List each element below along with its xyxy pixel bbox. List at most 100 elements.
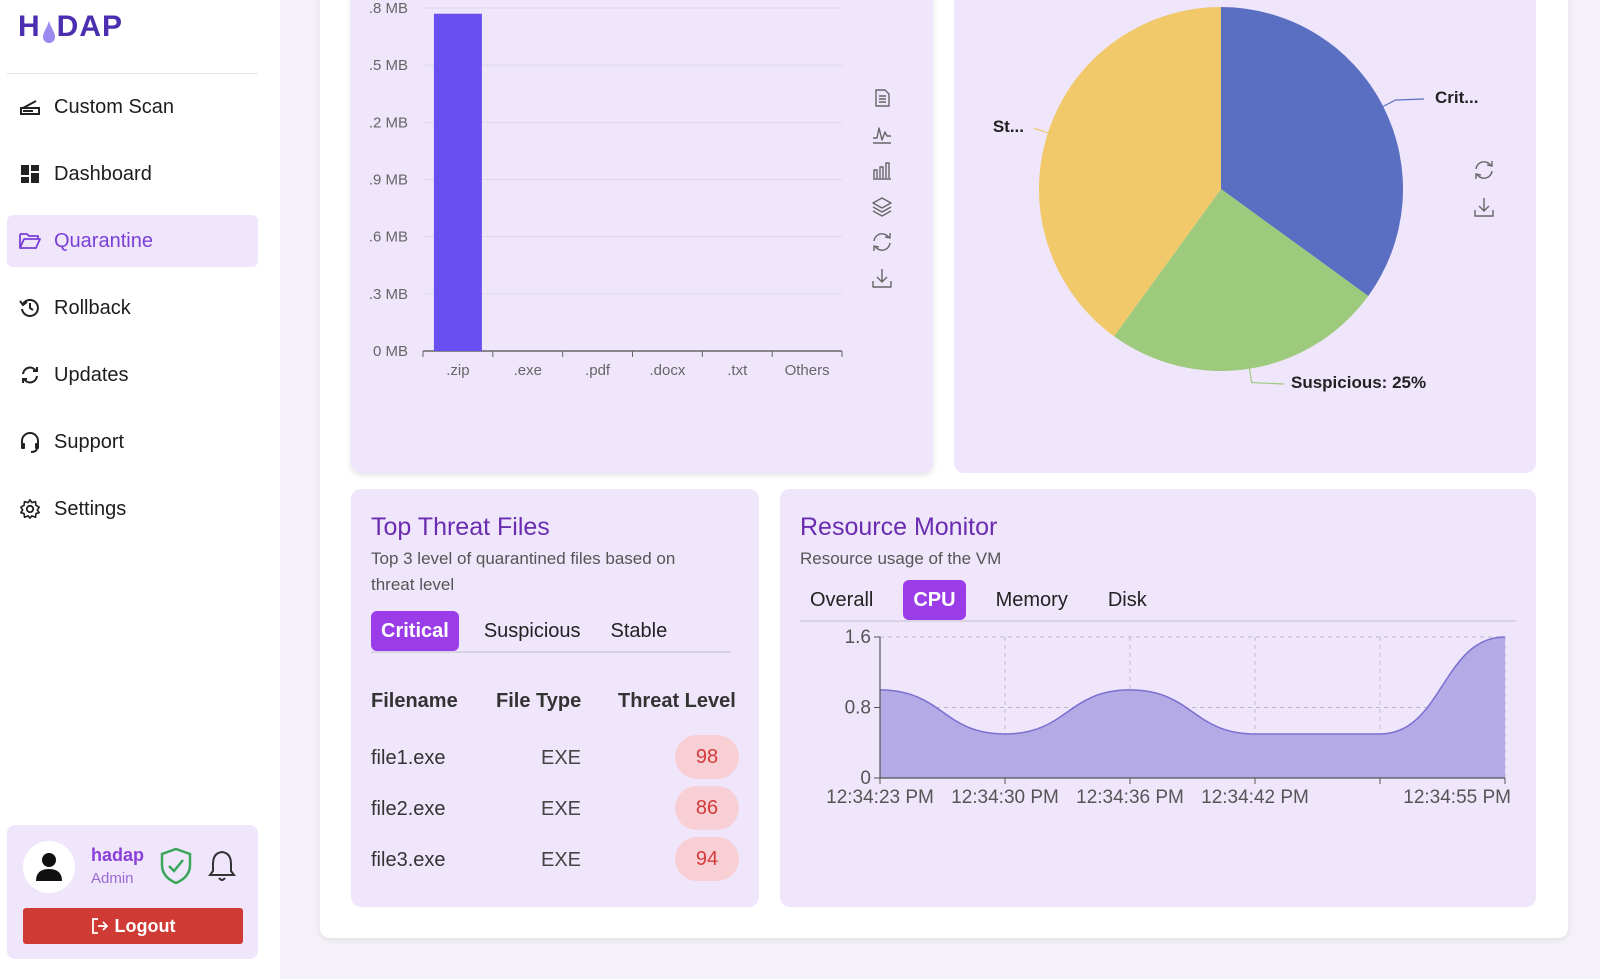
y-tick-label: 0.8 bbox=[845, 698, 871, 719]
shield-check-icon[interactable] bbox=[159, 847, 193, 890]
sidebar-nav: Custom Scan Dashboard Quarantine Rollbac… bbox=[7, 81, 258, 550]
subtitle-line: threat level bbox=[371, 575, 455, 594]
tab-cpu[interactable]: CPU bbox=[903, 580, 966, 620]
sidebar: H DAP Custom Scan Dashboard Quarantine R… bbox=[0, 0, 280, 979]
y-tick-label: .2 MB bbox=[369, 114, 408, 131]
threat-tabs: Critical Suspicious Stable bbox=[371, 611, 731, 653]
table-row[interactable]: file2.exe EXE 86 bbox=[371, 786, 739, 832]
sidebar-item-dashboard[interactable]: Dashboard bbox=[7, 148, 258, 200]
sidebar-item-label: Dashboard bbox=[54, 162, 152, 185]
download-icon[interactable] bbox=[872, 269, 892, 288]
threat-level-badge: 98 bbox=[675, 735, 739, 779]
pie-label-line bbox=[1248, 368, 1285, 385]
x-tick-label: .zip bbox=[446, 362, 469, 379]
sidebar-item-rollback[interactable]: Rollback bbox=[7, 282, 258, 334]
column-header-file-type: File Type bbox=[496, 690, 582, 712]
panel-title: Top Threat Files bbox=[371, 513, 550, 541]
sidebar-item-label: Custom Scan bbox=[54, 95, 175, 118]
user-card: hadap Admin Logout bbox=[7, 825, 258, 959]
logout-button[interactable]: Logout bbox=[23, 908, 243, 944]
data-view-icon[interactable] bbox=[875, 89, 890, 107]
panel-subtitle: Resource usage of the VM bbox=[800, 549, 1002, 568]
x-tick-label: 12:34:30 PM bbox=[951, 787, 1059, 808]
logo-divider bbox=[7, 73, 258, 74]
sidebar-item-custom-scan[interactable]: Custom Scan bbox=[7, 81, 258, 133]
panel-subtitle: Top 3 level of quarantined files based o… bbox=[371, 546, 741, 598]
resource-monitor-panel: Resource Monitor Resource usage of the V… bbox=[780, 489, 1536, 907]
x-tick-label: 12:34:23 PM bbox=[826, 787, 934, 808]
pie-label-line bbox=[1382, 98, 1425, 107]
pie-label: Suspicious: 25% bbox=[1291, 373, 1426, 392]
file-type-cell: EXE bbox=[541, 747, 582, 769]
file-type-cell: EXE bbox=[541, 849, 582, 871]
table-row[interactable]: file1.exe EXE 98 bbox=[371, 735, 739, 781]
folder-open-icon bbox=[19, 230, 41, 252]
pie-label: St... bbox=[993, 117, 1024, 136]
sidebar-item-label: Quarantine bbox=[54, 229, 153, 252]
column-header-threat-level: Threat Level bbox=[618, 690, 736, 712]
line-chart-icon[interactable] bbox=[873, 127, 891, 144]
sidebar-item-updates[interactable]: Updates bbox=[7, 349, 258, 401]
x-tick-label: .exe bbox=[514, 362, 542, 379]
sidebar-item-settings[interactable]: Settings bbox=[7, 483, 258, 535]
threat-level-badge: 86 bbox=[675, 786, 739, 830]
threat-level-badge: 94 bbox=[675, 837, 739, 881]
bell-icon[interactable] bbox=[207, 849, 237, 888]
user-name: hadap bbox=[91, 845, 145, 865]
restore-icon[interactable] bbox=[873, 233, 891, 251]
logout-icon bbox=[91, 918, 108, 934]
y-tick-label: .3 MB bbox=[369, 286, 408, 303]
file-type-cell: EXE bbox=[541, 798, 582, 820]
x-tick-label: Others bbox=[785, 362, 830, 379]
y-tick-label: .9 MB bbox=[369, 172, 408, 189]
drop-icon bbox=[42, 18, 56, 43]
pie-label-line bbox=[1033, 127, 1049, 134]
stack-icon[interactable] bbox=[872, 197, 892, 217]
file-size-bar-chart: 0 MB .3 MB .6 MB .9 MB .2 MB .5 MB .8 MB .zip .e… bbox=[369, 0, 892, 379]
restore-icon[interactable] bbox=[1475, 161, 1493, 179]
logout-label: Logout bbox=[114, 915, 176, 936]
sidebar-item-label: Rollback bbox=[54, 296, 131, 319]
filename-cell: file2.exe bbox=[371, 798, 446, 820]
x-tick-label: .txt bbox=[727, 362, 748, 379]
sidebar-item-label: Updates bbox=[54, 363, 129, 386]
person-icon bbox=[36, 853, 62, 881]
gear-icon bbox=[19, 498, 41, 520]
top-threat-files-panel: Top Threat Files Top 3 level of quaranti… bbox=[351, 489, 759, 907]
subtitle-line: Top 3 level of quarantined files based o… bbox=[371, 549, 676, 568]
tab-memory[interactable]: Memory bbox=[986, 580, 1078, 620]
threat-distribution-panel: Crit... Suspicious: 25% St... bbox=[954, 0, 1536, 473]
tab-suspicious[interactable]: Suspicious bbox=[474, 611, 591, 651]
y-tick-label: 0 MB bbox=[373, 343, 408, 360]
x-tick-label: .pdf bbox=[585, 362, 611, 379]
tab-overall[interactable]: Overall bbox=[800, 580, 883, 620]
y-tick-label: .5 MB bbox=[369, 57, 408, 74]
tab-disk[interactable]: Disk bbox=[1098, 580, 1157, 620]
tab-stable[interactable]: Stable bbox=[601, 611, 678, 651]
panel-title: Resource Monitor bbox=[800, 513, 998, 541]
x-tick-label: 12:34:55 PM bbox=[1403, 787, 1511, 808]
threat-distribution-pie-chart: Crit... Suspicious: 25% St... bbox=[993, 7, 1494, 392]
filename-cell: file1.exe bbox=[371, 747, 446, 769]
headset-icon bbox=[19, 431, 41, 453]
app-logo[interactable]: H DAP bbox=[18, 10, 123, 44]
table-row[interactable]: file3.exe EXE 94 bbox=[371, 837, 739, 883]
cpu-usage-area-chart: 0 0.8 1.6 12:34:23 PM 12:34:30 PM 12:34:36 PM… bbox=[826, 629, 1511, 808]
sidebar-item-quarantine[interactable]: Quarantine bbox=[7, 215, 258, 267]
download-icon[interactable] bbox=[1474, 198, 1494, 217]
filename-cell: file3.exe bbox=[371, 849, 446, 871]
user-role: Admin bbox=[91, 870, 134, 887]
y-tick-label: .6 MB bbox=[369, 229, 408, 246]
y-tick-label: 1.6 bbox=[845, 629, 871, 648]
dashboard-icon bbox=[19, 163, 41, 185]
sidebar-item-support[interactable]: Support bbox=[7, 416, 258, 468]
y-tick-label: 0 bbox=[860, 768, 871, 789]
x-tick-label: 12:34:36 PM bbox=[1076, 787, 1184, 808]
bar-chart-icon[interactable] bbox=[873, 162, 891, 180]
avatar[interactable] bbox=[23, 841, 75, 893]
y-tick-label: .8 MB bbox=[369, 0, 408, 17]
tab-critical[interactable]: Critical bbox=[371, 611, 459, 651]
sync-icon bbox=[19, 364, 41, 386]
scanner-icon bbox=[19, 96, 41, 118]
x-tick-label: .docx bbox=[649, 362, 685, 379]
